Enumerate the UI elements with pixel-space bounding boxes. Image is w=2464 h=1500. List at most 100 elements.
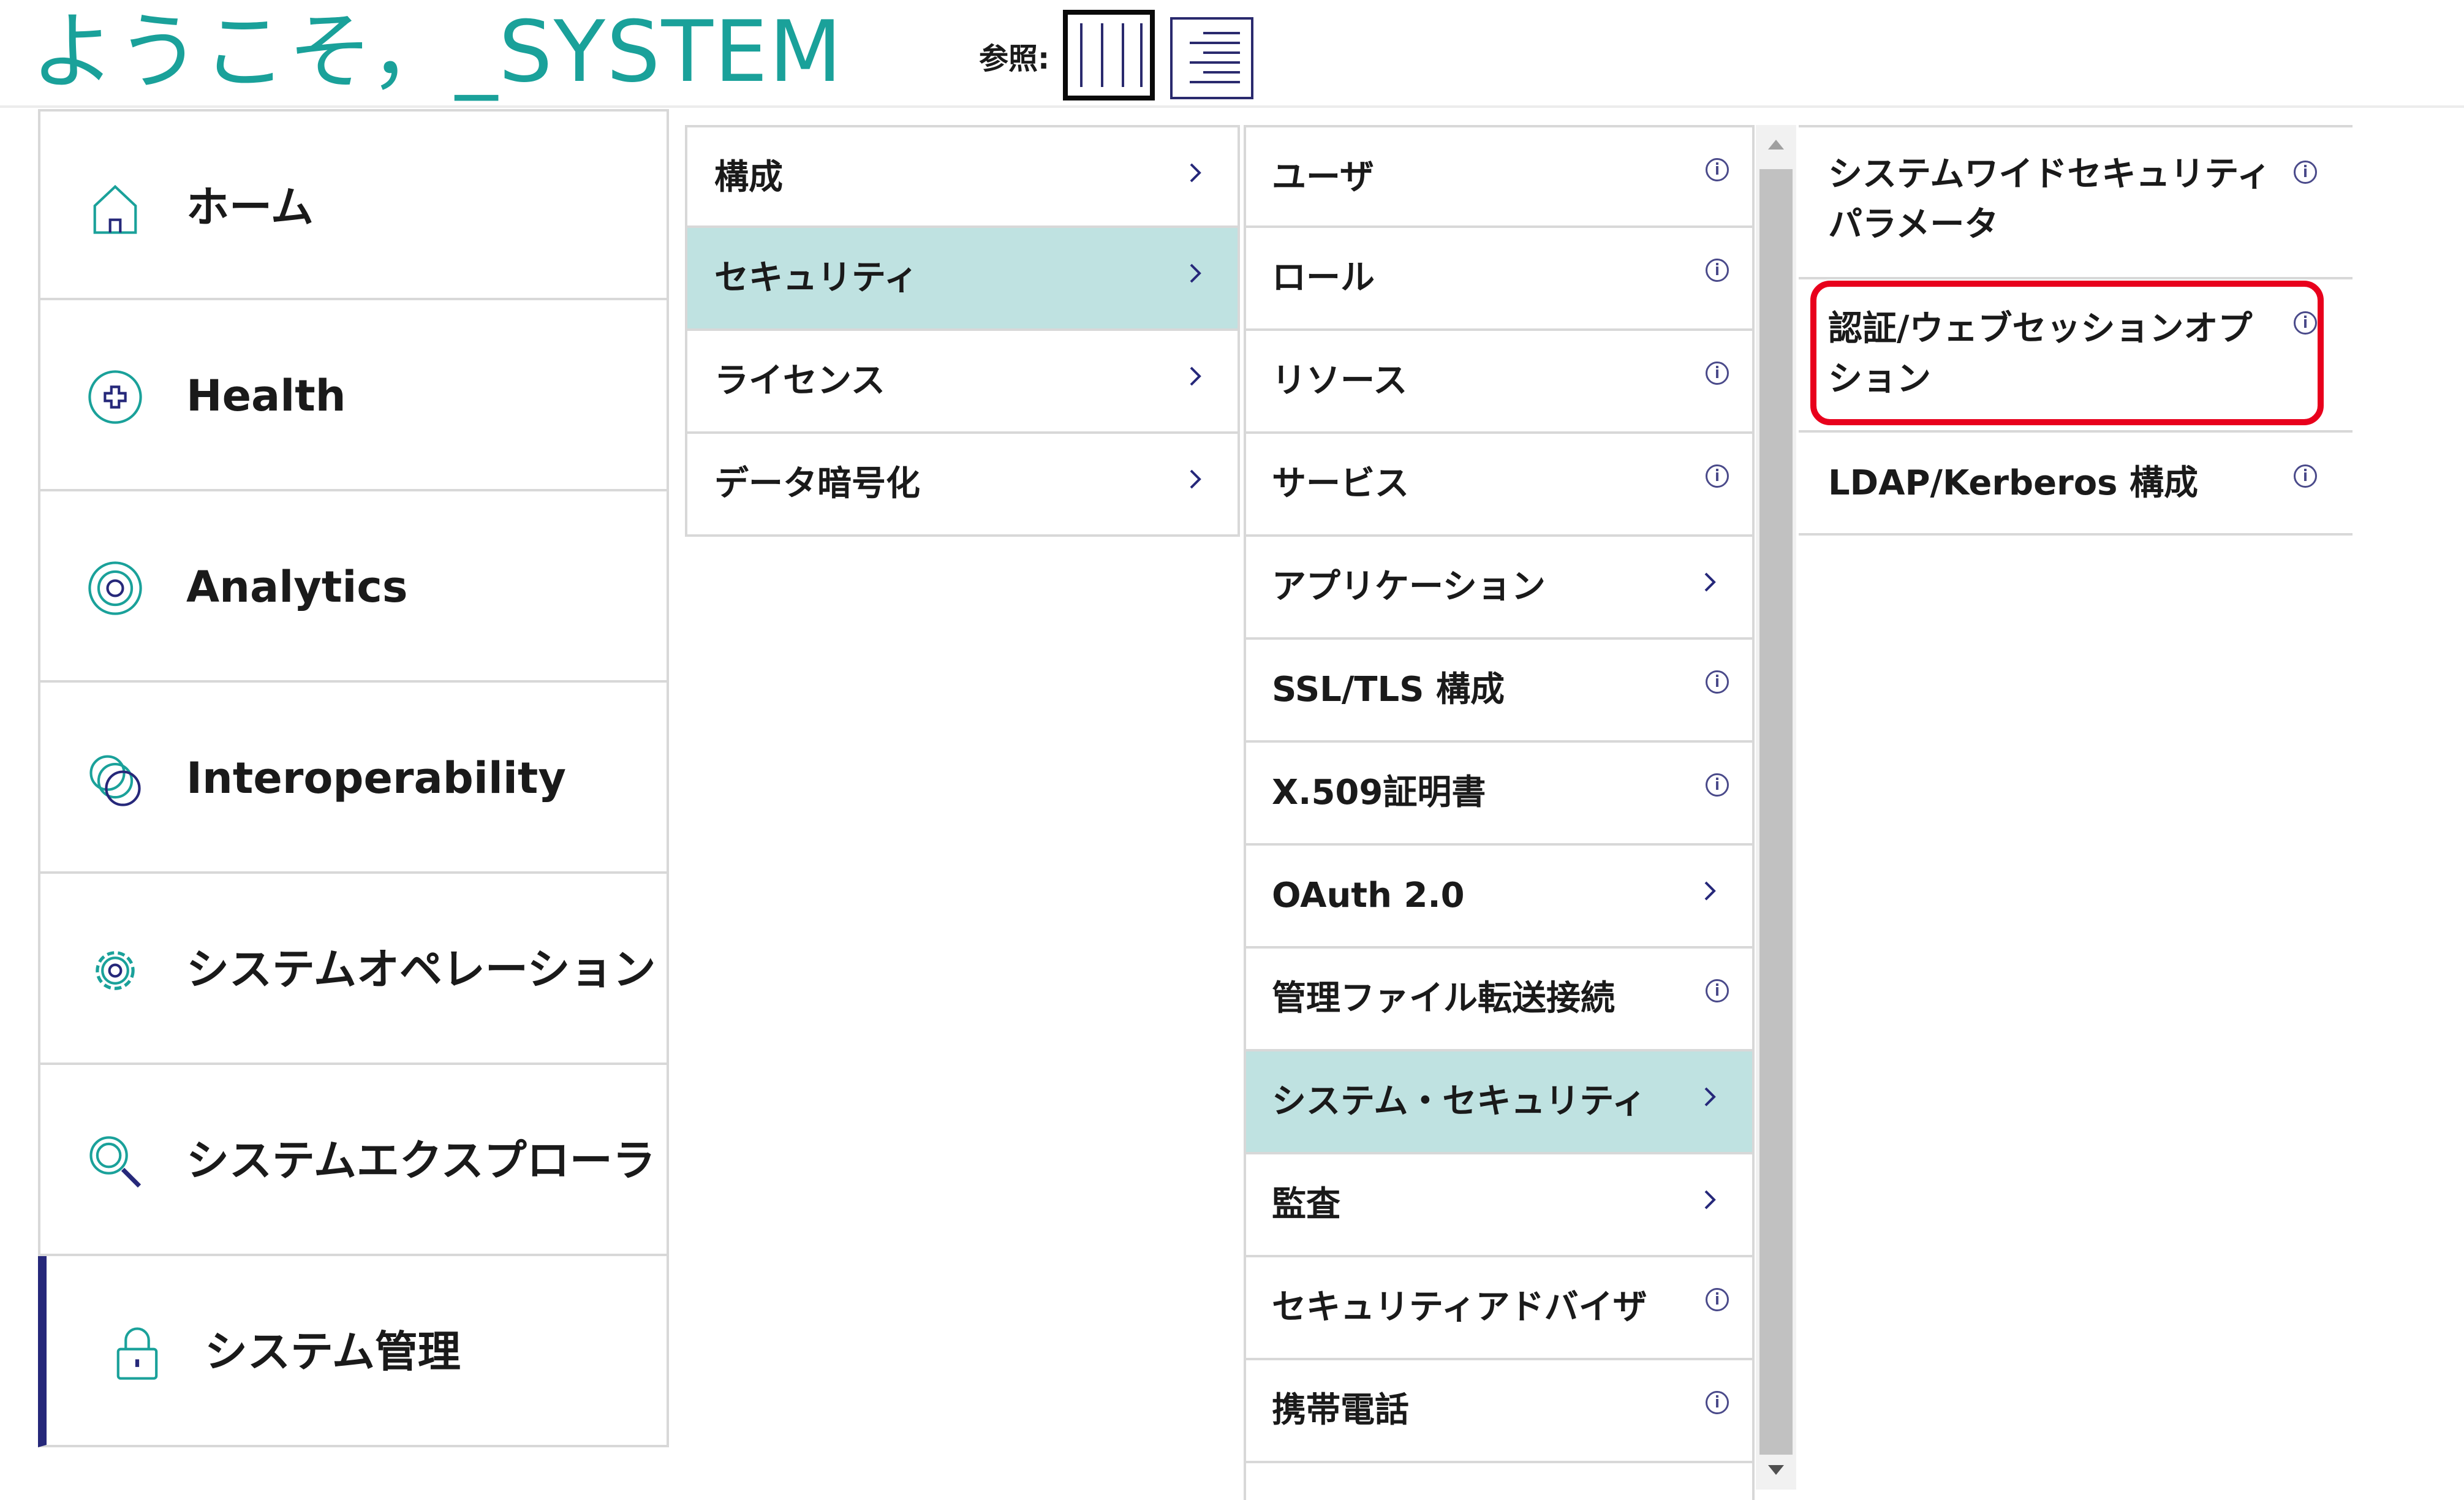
menu-item-resources[interactable]: リソース	[1244, 331, 1755, 434]
nav-item-analytics[interactable]: Analytics	[38, 491, 669, 683]
menu-item-label: 監査	[1272, 1184, 1340, 1224]
info-icon[interactable]	[1706, 158, 1729, 181]
nav-item-health[interactable]: Health	[38, 300, 669, 491]
nav-label: ホーム	[186, 182, 314, 232]
menu-item-label: システムワイドセキュリティパラメータ	[1828, 154, 2271, 244]
list-view-icon-line	[1190, 61, 1240, 64]
info-icon[interactable]	[1706, 773, 1729, 797]
list-view-icon-line	[1203, 51, 1240, 54]
info-icon[interactable]	[1706, 1391, 1729, 1414]
menu-item-label: SSL/TLS 構成	[1272, 670, 1505, 710]
info-icon[interactable]	[1706, 670, 1729, 694]
chevron-right-icon	[1190, 163, 1201, 183]
nav-item-system-admin[interactable]: システム管理	[38, 1256, 669, 1447]
menu-item-ssl-tls[interactable]: SSL/TLS 構成	[1244, 640, 1755, 743]
scroll-down-arrow-icon[interactable]	[1756, 1450, 1796, 1490]
menu-item-label: セキュリティ	[714, 258, 918, 298]
menu-item-label: サービス	[1272, 464, 1409, 504]
analytics-icon	[88, 561, 142, 615]
menu-item-label: 認証/ウェブセッションオプション	[1828, 309, 2253, 399]
info-icon[interactable]	[1706, 1288, 1729, 1311]
menu-item-security-advisor[interactable]: セキュリティアドバイザ	[1244, 1257, 1755, 1360]
scroll-up-arrow-icon[interactable]	[1756, 125, 1796, 164]
health-icon	[88, 370, 142, 424]
top-header: ようこそ，_SYSTEM 参照:	[0, 0, 2464, 108]
chevron-right-icon	[1704, 572, 1716, 592]
nav-item-home[interactable]: ホーム	[38, 109, 669, 300]
menu-item-label: セキュリティアドバイザ	[1272, 1287, 1647, 1327]
nav-item-interoperability[interactable]: Interoperability	[38, 683, 669, 874]
menu-item-label: X.509証明書	[1272, 773, 1486, 813]
nav-label: システムエクスプローラ	[186, 1135, 656, 1186]
menu-item-auth-web-session-options[interactable]: 認証/ウェブセッションオプション	[1799, 279, 2353, 433]
menu-column-2: 構成 セキュリティ ライセンス データ暗号化	[685, 125, 1240, 537]
nav-label: Health	[186, 371, 346, 421]
menu-item-label: リソース	[1272, 361, 1408, 401]
info-icon[interactable]	[1706, 362, 1729, 385]
nav-label: Analytics	[186, 562, 408, 612]
menu-item-label: システム・セキュリティ	[1272, 1081, 1646, 1121]
chevron-right-icon	[1190, 366, 1201, 386]
menu-column-4: システムワイドセキュリティパラメータ 認証/ウェブセッションオプション LDAP…	[1799, 125, 2353, 536]
info-icon[interactable]	[2294, 161, 2317, 184]
info-icon[interactable]	[1706, 464, 1729, 488]
info-icon[interactable]	[1706, 259, 1729, 282]
lock-icon	[116, 1327, 158, 1380]
menu-item-ldap-kerberos[interactable]: LDAP/Kerberos 構成	[1799, 433, 2353, 536]
menu-item-partial[interactable]	[1244, 1463, 1755, 1500]
columns-view-icon-bar	[1140, 23, 1143, 87]
menu-item-label: 携帯電話	[1272, 1390, 1409, 1430]
columns-view-icon	[1080, 23, 1083, 87]
menu-item-system-wide-security-parameters[interactable]: システムワイドセキュリティパラメータ	[1799, 125, 2353, 279]
nav-item-system-explorer[interactable]: システムエクスプローラ	[38, 1065, 669, 1256]
columns-view-button[interactable]	[1063, 10, 1155, 100]
scrollbar-thumb[interactable]	[1759, 169, 1793, 1455]
nav-label: システム管理	[205, 1327, 461, 1377]
list-view-button[interactable]	[1170, 17, 1253, 99]
chevron-right-icon	[1190, 469, 1201, 489]
menu-item-mobile-phone[interactable]: 携帯電話	[1244, 1360, 1755, 1463]
explorer-icon	[89, 1136, 142, 1188]
list-view-icon-line	[1190, 81, 1240, 83]
menu-item-x509[interactable]: X.509証明書	[1244, 743, 1755, 846]
main-nav: ホーム Health Analytics Interoperability シス…	[38, 109, 669, 1447]
menu-item-audit[interactable]: 監査	[1244, 1154, 1755, 1257]
menu-item-data-encryption[interactable]: データ暗号化	[685, 434, 1240, 537]
chevron-right-icon	[1704, 1087, 1716, 1107]
view-label: 参照:	[979, 42, 1050, 76]
menu-item-roles[interactable]: ロール	[1244, 228, 1755, 331]
menu-item-oauth[interactable]: OAuth 2.0	[1244, 846, 1755, 949]
menu-item-label: 構成	[714, 157, 783, 197]
interoperability-icon	[89, 755, 141, 806]
list-view-icon-line	[1203, 71, 1240, 74]
chevron-right-icon	[1704, 881, 1716, 901]
gear-icon	[96, 951, 135, 990]
home-icon	[93, 184, 137, 234]
menu-item-label: ロール	[1272, 258, 1375, 298]
menu-item-applications[interactable]: アプリケーション	[1244, 537, 1755, 640]
menu-item-label: ライセンス	[714, 361, 885, 401]
menu-item-license[interactable]: ライセンス	[685, 331, 1240, 434]
menu-item-services[interactable]: サービス	[1244, 434, 1755, 537]
menu-item-label: LDAP/Kerberos 構成	[1828, 463, 2198, 503]
list-view-icon	[1203, 32, 1240, 34]
nav-item-system-operation[interactable]: システムオペレーション	[38, 874, 669, 1065]
menu-item-label: ユーザ	[1272, 157, 1374, 197]
info-icon[interactable]	[2294, 464, 2317, 488]
menu-item-configuration[interactable]: 構成	[685, 125, 1240, 228]
info-icon[interactable]	[1706, 979, 1729, 1002]
menu-item-users[interactable]: ユーザ	[1244, 125, 1755, 228]
nav-label: Interoperability	[186, 753, 566, 803]
menu-item-system-security[interactable]: システム・セキュリティ	[1244, 1051, 1755, 1154]
chevron-right-icon	[1190, 263, 1201, 283]
menu-item-label: OAuth 2.0	[1272, 876, 1465, 915]
columns-view-icon-bar	[1122, 23, 1124, 87]
chevron-right-icon	[1704, 1190, 1716, 1210]
list-view-icon-line	[1190, 42, 1240, 44]
menu-item-label: 管理ファイル転送接続	[1272, 979, 1615, 1018]
menu-item-mft-connections[interactable]: 管理ファイル転送接続	[1244, 949, 1755, 1051]
column-scrollbar[interactable]	[1756, 125, 1796, 1490]
menu-item-security[interactable]: セキュリティ	[685, 228, 1240, 331]
nav-label: システムオペレーション	[186, 944, 656, 994]
info-icon[interactable]	[2294, 311, 2317, 335]
